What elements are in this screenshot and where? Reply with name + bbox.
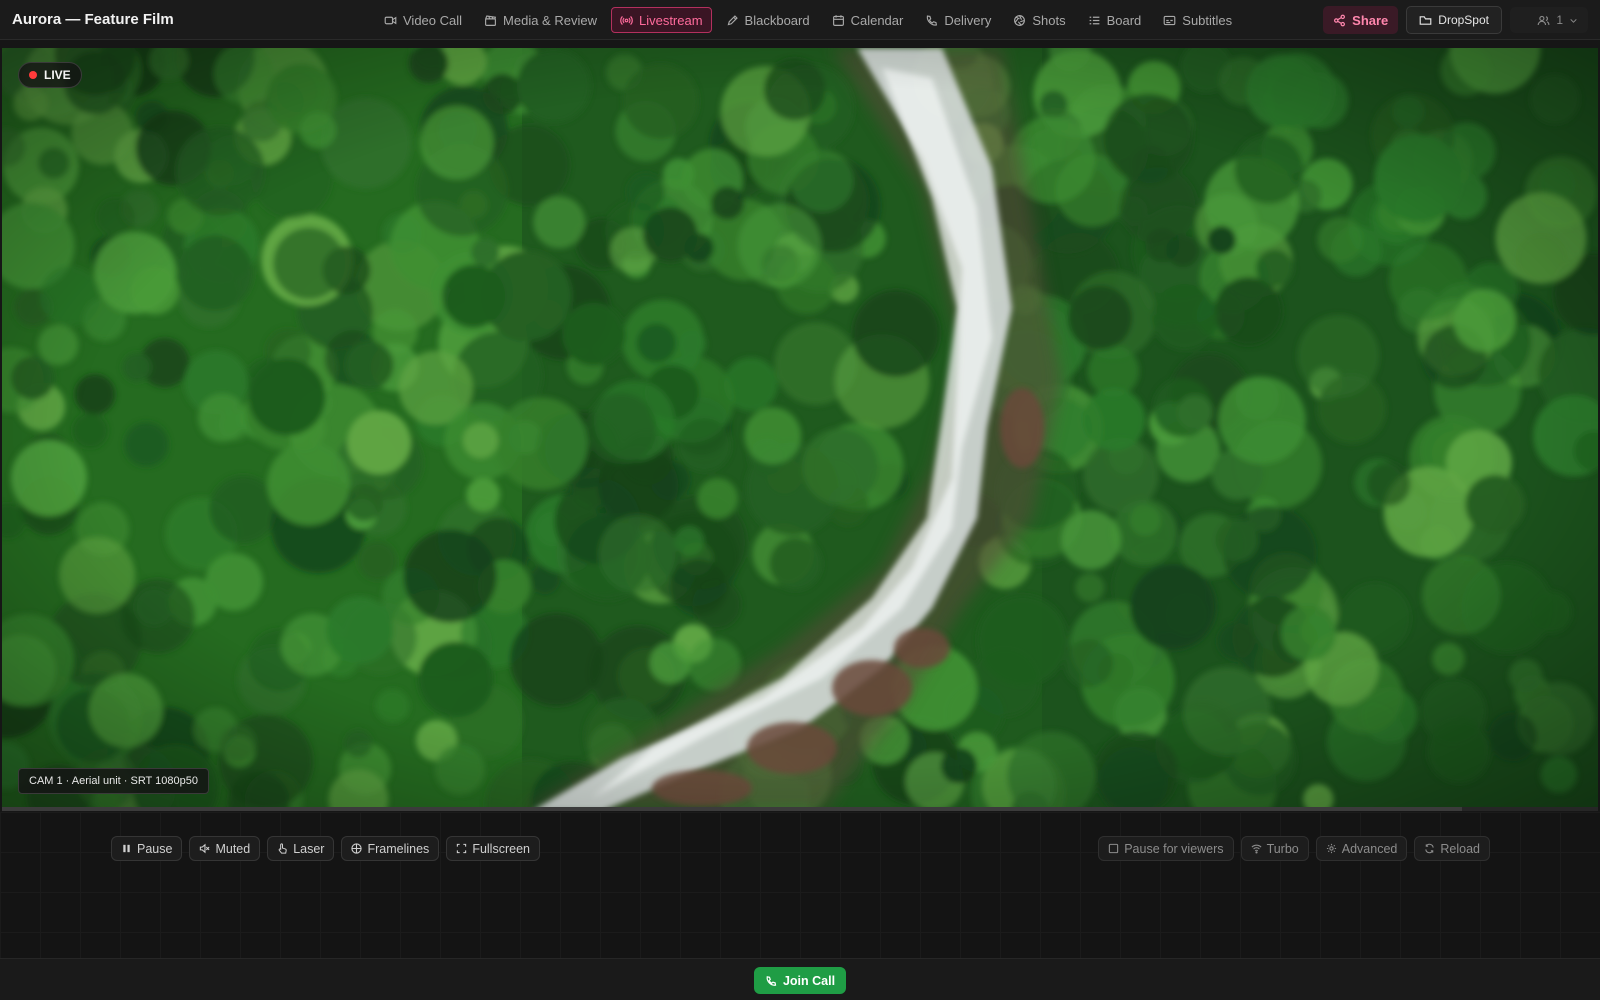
top-bar: Aurora — Feature Film Video Call Media &… — [0, 0, 1600, 40]
tab-label: Media & Review — [503, 12, 597, 28]
users-count: 1 — [1556, 13, 1563, 27]
advanced-button[interactable]: Advanced — [1315, 836, 1408, 861]
dropspot-label: DropSpot — [1438, 13, 1489, 27]
users-dropdown[interactable]: 1 — [1510, 7, 1588, 33]
speaker-muted-icon — [200, 843, 210, 854]
playback-controls: Pause Muted Laser Framelines Fullscreen — [111, 836, 540, 861]
phone-icon — [766, 975, 777, 986]
video-camera-icon — [384, 16, 397, 24]
reload-label: Reload — [1440, 841, 1480, 856]
checkbox-icon — [1109, 843, 1119, 854]
tab-label: Subtitles — [1182, 12, 1233, 28]
pause-button[interactable]: Pause — [111, 836, 183, 861]
framelines-button[interactable]: Framelines — [341, 836, 440, 861]
tab-livestream[interactable]: Livestream — [610, 7, 712, 33]
bottom-bar: Join Call — [0, 958, 1600, 1000]
share-label: Share — [1352, 12, 1389, 28]
laser-label: Laser — [293, 841, 325, 856]
join-call-label: Join Call — [782, 973, 836, 988]
refresh-icon — [1425, 843, 1435, 854]
mute-button[interactable]: Muted — [189, 836, 261, 861]
folder-icon — [1419, 15, 1432, 25]
tab-media-review[interactable]: Media & Review — [476, 7, 605, 33]
framelines-label: Framelines — [367, 841, 430, 856]
livestream-video[interactable]: LIVE CAM 1 · Aerial unit · SRT 1080p50 — [2, 48, 1598, 811]
tab-label: Delivery — [944, 12, 992, 28]
tab-label: Board — [1106, 12, 1142, 28]
live-label: LIVE — [44, 68, 71, 82]
controls-area: Pause Muted Laser Framelines Fullscreen … — [0, 812, 1600, 958]
laser-button[interactable]: Laser — [267, 836, 335, 861]
camera-caption: CAM 1 · Aerial unit · SRT 1080p50 — [18, 768, 209, 794]
live-dot-icon — [29, 71, 37, 79]
share-button[interactable]: Share — [1323, 6, 1399, 34]
pause-for-viewers-toggle[interactable]: Pause for viewers — [1098, 836, 1234, 861]
hand-pointer-icon — [278, 843, 287, 854]
pause-label: Pause — [137, 841, 173, 856]
stream-progress-bar — [2, 807, 1598, 811]
live-badge: LIVE — [18, 62, 82, 88]
tab-label: Shots — [1032, 12, 1066, 28]
join-call-button[interactable]: Join Call — [754, 967, 846, 994]
framelines-icon — [351, 843, 363, 854]
stream-settings-controls: Pause for viewers Turbo Advanced Reload — [1098, 836, 1490, 861]
pause-for-viewers-label: Pause for viewers — [1124, 841, 1224, 856]
tab-blackboard[interactable]: Blackboard — [718, 7, 818, 33]
tab-label: Blackboard — [744, 12, 810, 28]
share-icon — [1334, 14, 1346, 26]
tab-delivery[interactable]: Delivery — [917, 7, 999, 33]
fullscreen-label: Fullscreen — [472, 841, 530, 856]
aerial-forest-frame — [2, 48, 1598, 811]
app-title: Aurora — Feature Film — [12, 11, 174, 28]
tab-label: Calendar — [850, 12, 904, 28]
tab-video-call[interactable]: Video Call — [376, 7, 470, 33]
tab-calendar[interactable]: Calendar — [824, 7, 912, 33]
pause-icon — [123, 844, 130, 853]
calendar-icon — [832, 14, 844, 26]
turbo-button[interactable]: Turbo — [1240, 836, 1309, 861]
fullscreen-icon — [457, 843, 467, 854]
tab-label: Video Call — [403, 12, 463, 28]
chevron-down-icon — [1570, 18, 1577, 23]
turbo-label: Turbo — [1266, 841, 1299, 856]
reload-button[interactable]: Reload — [1414, 836, 1490, 861]
tab-subtitles[interactable]: Subtitles — [1155, 7, 1240, 33]
list-icon — [1089, 16, 1099, 24]
wifi-icon — [1251, 844, 1262, 854]
stream-progress-fill — [2, 807, 1463, 811]
mute-label: Muted — [215, 841, 251, 856]
captions-icon — [1163, 15, 1176, 25]
phone-icon — [927, 14, 938, 26]
pen-icon — [727, 14, 738, 25]
broadcast-icon — [620, 15, 633, 25]
gear-icon — [1326, 843, 1336, 854]
tab-label: Livestream — [638, 12, 703, 28]
fullscreen-button[interactable]: Fullscreen — [446, 836, 540, 861]
tab-board[interactable]: Board — [1080, 7, 1150, 33]
header-actions: Share DropSpot 1 — [1323, 6, 1588, 34]
main-nav: Video Call Media & Review Livestream Bla… — [376, 7, 1240, 33]
clapperboard-icon — [485, 14, 497, 26]
users-icon — [1537, 15, 1550, 25]
aperture-icon — [1014, 14, 1026, 26]
dropspot-button[interactable]: DropSpot — [1406, 6, 1502, 34]
advanced-label: Advanced — [1341, 841, 1398, 856]
tab-shots[interactable]: Shots — [1005, 7, 1073, 33]
